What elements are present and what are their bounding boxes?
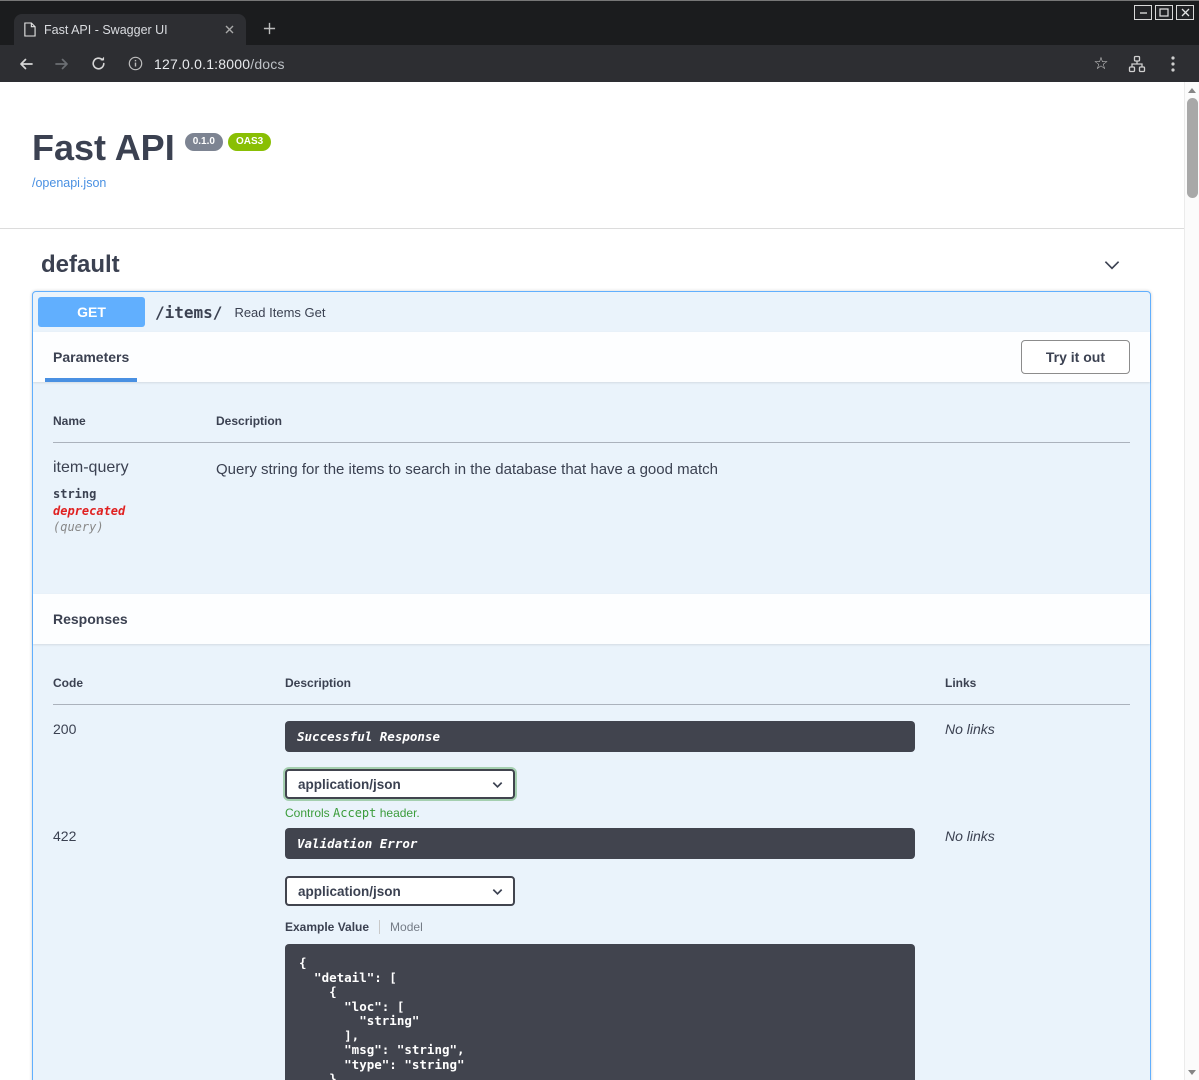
- controls-note-prefix: Controls: [285, 806, 334, 821]
- controls-note-code: Accept: [333, 806, 377, 821]
- browser-tab[interactable]: Fast API - Swagger UI: [14, 14, 246, 45]
- parameters-header: Parameters Try it out: [33, 332, 1150, 383]
- response-description-box: Validation Error: [285, 828, 915, 860]
- tab-close-icon[interactable]: [221, 22, 237, 38]
- parameter-location: (query): [53, 520, 104, 535]
- tab-parameters[interactable]: Parameters: [44, 332, 138, 383]
- response-row-422: 422 Validation Error application/json Ex…: [53, 820, 1130, 1080]
- menu-kebab-icon[interactable]: [1159, 51, 1187, 77]
- forward-button[interactable]: [48, 51, 76, 77]
- http-method-badge: GET: [38, 297, 145, 328]
- example-model-tabs: Example Value Model: [285, 920, 945, 935]
- operation-path: /items/: [155, 302, 223, 322]
- response-code: 200: [53, 721, 77, 738]
- parameter-description: Query string for the items to search in …: [216, 461, 718, 479]
- responses-header: Responses: [33, 594, 1150, 645]
- media-type-select-200[interactable]: application/json: [285, 769, 515, 800]
- api-info: Fast API 0.1.0 OAS3 /openapi.json: [32, 82, 1151, 192]
- response-description-box: Successful Response: [285, 721, 915, 753]
- url-path: /docs: [250, 55, 285, 72]
- tab-divider: [379, 920, 381, 935]
- opblock-get-items: GET /items/ Read Items Get Parameters Tr…: [32, 291, 1151, 1080]
- sitemap-icon[interactable]: [1123, 51, 1151, 77]
- parameters-tab-label: Parameters: [53, 349, 130, 366]
- close-button[interactable]: [1176, 5, 1194, 20]
- parameters-section: Name Description item-query string depre…: [33, 382, 1150, 594]
- parameter-row: item-query string deprecated (query) Que…: [53, 443, 1130, 535]
- tab-title: Fast API - Swagger UI: [44, 22, 168, 37]
- url-host: 127.0.0.1:8000: [154, 55, 251, 72]
- param-description-header: Description: [216, 402, 1130, 444]
- browser-window: Fast API - Swagger UI 127.0.0.1:8000/doc…: [0, 0, 1199, 1080]
- param-name-header: Name: [53, 402, 216, 444]
- scroll-up-arrow[interactable]: [1185, 83, 1199, 97]
- address-bar[interactable]: 127.0.0.1:8000/docs: [120, 50, 1079, 78]
- back-button[interactable]: [12, 51, 40, 77]
- responses-table: Code Description Links 200 Successful Re…: [53, 664, 1130, 1080]
- example-json-block: { "detail": [ { "loc": [ "string" ], "ms…: [285, 944, 915, 1080]
- chevron-down-icon: [491, 885, 504, 898]
- url-text: 127.0.0.1:8000/docs: [154, 56, 285, 72]
- response-code-header: Code: [53, 664, 285, 706]
- bookmark-star-icon[interactable]: ☆: [1087, 51, 1115, 77]
- parameter-deprecated-flag: deprecated: [53, 504, 126, 519]
- tab-example-value[interactable]: Example Value: [285, 920, 369, 934]
- response-row-200: 200 Successful Response application/json: [53, 705, 1130, 820]
- reload-button[interactable]: [84, 51, 112, 77]
- responses-section: Code Description Links 200 Successful Re…: [33, 644, 1150, 1080]
- openapi-spec-link[interactable]: /openapi.json: [32, 176, 106, 190]
- tag-header-default[interactable]: default: [32, 229, 1151, 291]
- collapse-chevron-icon[interactable]: [1101, 254, 1123, 276]
- oas-badge: OAS3: [227, 133, 272, 151]
- response-code: 422: [53, 828, 77, 845]
- media-type-value: application/json: [298, 883, 401, 899]
- maximize-button[interactable]: [1155, 5, 1173, 20]
- window-controls: [1134, 5, 1194, 20]
- new-tab-button[interactable]: [256, 15, 282, 41]
- tab-model[interactable]: Model: [390, 920, 423, 934]
- parameter-type: string: [53, 487, 97, 502]
- media-type-select-422[interactable]: application/json: [285, 876, 515, 907]
- example-json: { "detail": [ { "loc": [ "string" ], "ms…: [299, 955, 465, 1080]
- browser-toolbar: 127.0.0.1:8000/docs ☆: [0, 45, 1199, 82]
- response-description-header: Description: [285, 664, 945, 706]
- opblock-summary[interactable]: GET /items/ Read Items Get: [33, 292, 1150, 332]
- api-title: Fast API: [32, 127, 175, 168]
- controls-note-suffix: header.: [376, 806, 420, 821]
- response-links: No links: [945, 721, 995, 738]
- response-links: No links: [945, 828, 995, 845]
- tag-title: default: [41, 251, 120, 279]
- version-badge: 0.1.0: [184, 133, 223, 151]
- scrollbar-thumb[interactable]: [1187, 98, 1198, 198]
- parameters-table: Name Description item-query string depre…: [53, 402, 1130, 534]
- scrollbar[interactable]: [1184, 82, 1199, 1080]
- browser-titlebar: Fast API - Swagger UI: [0, 0, 1199, 45]
- operation-summary: Read Items Get: [234, 304, 326, 320]
- minimize-button[interactable]: [1134, 5, 1152, 20]
- scroll-down-arrow[interactable]: [1185, 1065, 1199, 1079]
- try-it-out-button[interactable]: Try it out: [1020, 340, 1130, 375]
- media-type-value: application/json: [298, 776, 401, 792]
- page-content: Fast API 0.1.0 OAS3 /openapi.json defaul…: [0, 82, 1199, 1080]
- controls-accept-note: Controls Accept header.: [285, 806, 945, 820]
- site-info-icon[interactable]: [128, 56, 143, 71]
- responses-title: Responses: [53, 611, 128, 628]
- chevron-down-icon: [491, 778, 504, 791]
- response-links-header: Links: [945, 664, 1130, 706]
- document-favicon-icon: [23, 22, 36, 37]
- parameter-name: item-query: [53, 459, 129, 477]
